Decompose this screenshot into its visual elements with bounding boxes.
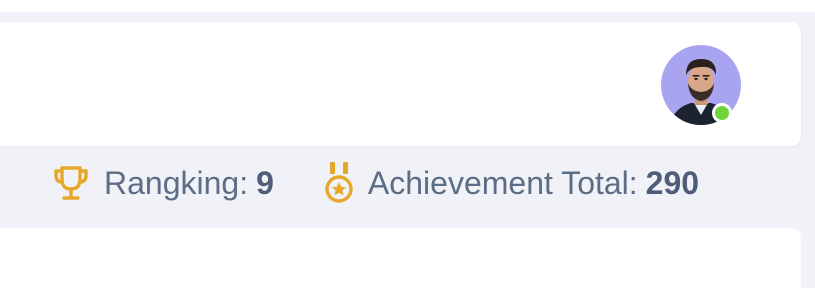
content-card	[0, 228, 801, 288]
stats-row: Rangking: 9 Achievement Total: 290	[50, 160, 699, 206]
ranking-label: Rangking:	[104, 164, 249, 201]
medal-icon	[322, 160, 356, 206]
trophy-icon	[50, 162, 92, 204]
online-status-indicator	[712, 103, 732, 123]
ranking-stat: Rangking: 9	[50, 162, 274, 204]
ranking-value: 9	[256, 164, 274, 201]
achievement-label: Achievement Total:	[367, 164, 638, 201]
achievement-value: 290	[645, 164, 700, 201]
achievement-stat: Achievement Total: 290	[322, 160, 699, 206]
top-strip	[0, 0, 815, 12]
